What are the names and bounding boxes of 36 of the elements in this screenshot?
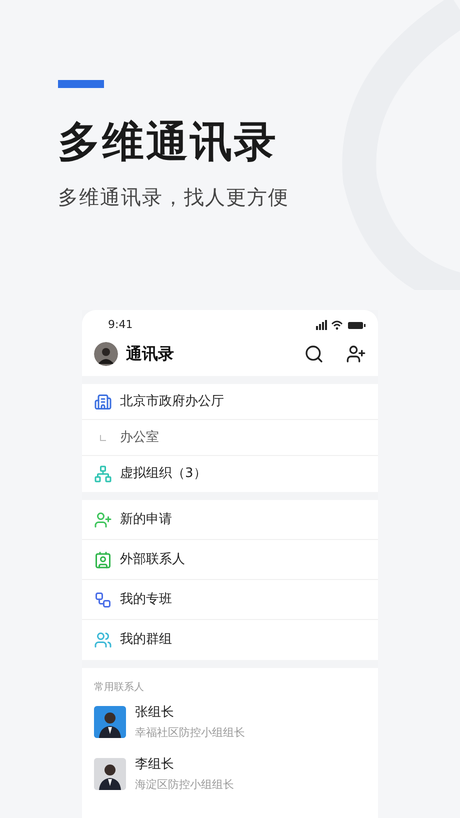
contact-role: 幸福社区防控小组组长: [135, 724, 245, 740]
hero-subtitle: 多维通讯录，找人更方便: [58, 184, 290, 211]
status-icons: [316, 320, 366, 330]
add-contact-icon[interactable]: [346, 344, 366, 364]
item-label: 外部联系人: [120, 550, 185, 569]
item-label: 北京市政府办公厅: [120, 392, 224, 411]
item-label: 办公室: [120, 428, 159, 447]
contact-item[interactable]: 张组长 幸福社区防控小组组长: [94, 697, 366, 747]
item-label: 虚拟组织（3）: [120, 465, 206, 484]
list-item[interactable]: 虚拟组织（3）: [82, 456, 378, 492]
users-icon: [94, 631, 112, 649]
contact-role: 海淀区防控小组组长: [135, 776, 234, 792]
item-label: 我的群组: [120, 631, 172, 650]
list-item[interactable]: 我的专班: [82, 580, 378, 620]
nodes-icon: [94, 590, 112, 608]
contact-name: 李组长: [135, 756, 175, 774]
add-user-icon: [94, 510, 112, 528]
contact-card-icon: [94, 550, 112, 568]
org-chart-icon: [94, 465, 112, 483]
list-item[interactable]: 我的群组: [82, 620, 378, 660]
branch-icon: [100, 434, 106, 440]
item-label: 新的申请: [120, 510, 172, 529]
hero-title: 多维通讯录: [58, 116, 279, 168]
list-item[interactable]: 办公室: [82, 420, 378, 456]
contact-item[interactable]: 李组长 海淀区防控小组组长: [94, 749, 366, 799]
list-item[interactable]: 外部联系人: [82, 540, 378, 580]
list-item[interactable]: 北京市政府办公厅: [82, 384, 378, 420]
page-title: 通讯录: [126, 343, 175, 365]
building-icon: [94, 392, 112, 410]
contact-name: 张组长: [135, 704, 175, 722]
list-item[interactable]: 新的申请: [82, 500, 378, 540]
section-heading: 常用联系人: [94, 680, 145, 695]
item-label: 我的专班: [120, 590, 172, 609]
accent-bar: [58, 80, 104, 88]
status-time: 9:41: [107, 316, 133, 333]
search-icon[interactable]: [304, 344, 324, 364]
